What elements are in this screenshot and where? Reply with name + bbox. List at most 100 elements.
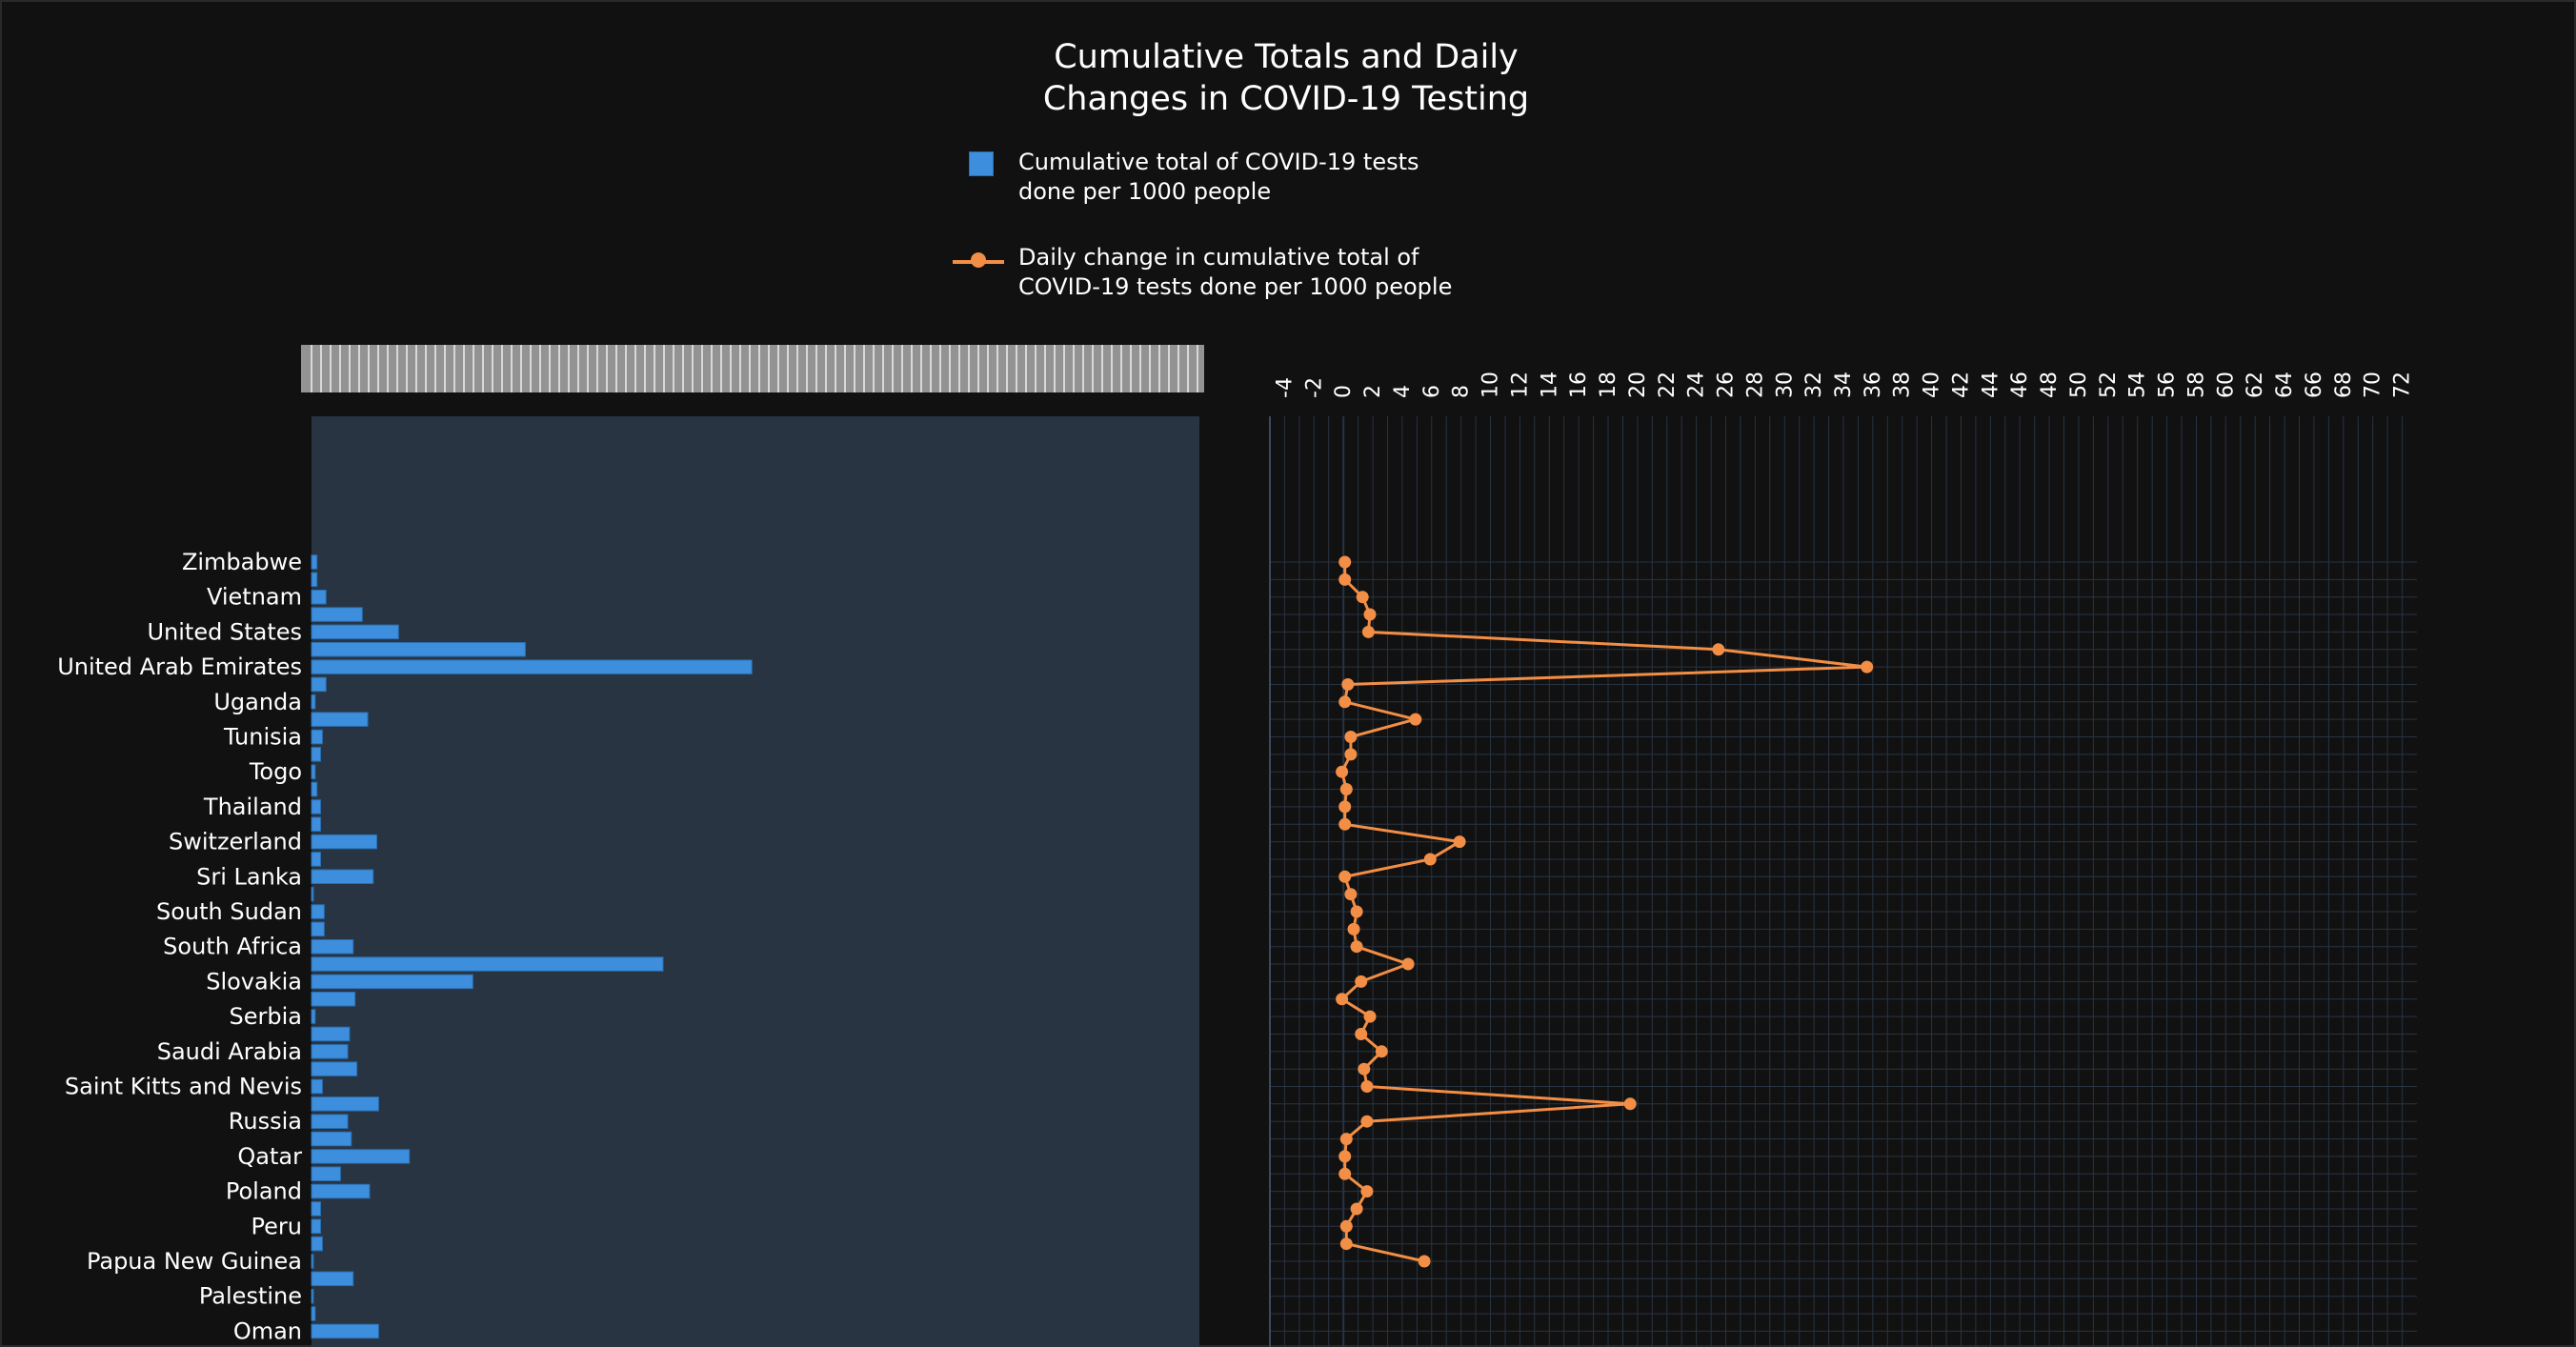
bar[interactable]: [311, 1114, 349, 1129]
line-x-tick-label: 6: [1420, 385, 1444, 398]
line-point[interactable]: [1338, 555, 1352, 569]
line-point[interactable]: [1344, 888, 1358, 901]
bar[interactable]: [311, 1061, 358, 1076]
line-x-tick-label: 58: [2185, 372, 2209, 398]
line-x-tick-label: 18: [1597, 372, 1620, 398]
line-point[interactable]: [1623, 1097, 1637, 1111]
bar[interactable]: [311, 1026, 351, 1042]
bar[interactable]: [311, 781, 318, 797]
line-x-tick-label: 72: [2391, 372, 2415, 398]
line-point[interactable]: [1336, 765, 1349, 778]
line-point[interactable]: [1336, 993, 1349, 1006]
bar[interactable]: [311, 1096, 379, 1112]
bar-y-tick-label: Uganda: [213, 689, 302, 715]
line-point[interactable]: [1338, 573, 1352, 586]
bar[interactable]: [311, 1271, 354, 1287]
bar-y-tick-label: Switzerland: [169, 829, 302, 855]
bar[interactable]: [311, 974, 473, 990]
bar[interactable]: [311, 1218, 321, 1235]
bar[interactable]: [311, 1149, 411, 1164]
bar[interactable]: [311, 1254, 314, 1269]
line-point[interactable]: [1339, 1133, 1353, 1146]
bar[interactable]: [311, 921, 325, 937]
bar[interactable]: [311, 712, 369, 727]
line-point[interactable]: [1409, 713, 1422, 726]
bar[interactable]: [311, 816, 321, 832]
line-point[interactable]: [1363, 608, 1377, 621]
bar[interactable]: [311, 904, 325, 919]
line-point[interactable]: [1356, 591, 1369, 604]
bar[interactable]: [311, 1078, 323, 1095]
line-x-tick-label: 60: [2214, 372, 2238, 398]
line-point[interactable]: [1338, 695, 1352, 709]
bar[interactable]: [311, 554, 318, 570]
bar[interactable]: [311, 1289, 314, 1304]
bar[interactable]: [311, 869, 374, 884]
bar[interactable]: [311, 1183, 371, 1199]
line-point[interactable]: [1341, 678, 1355, 691]
line-point[interactable]: [1375, 1045, 1388, 1058]
line-point[interactable]: [1347, 922, 1360, 935]
bar[interactable]: [311, 642, 526, 657]
line-point[interactable]: [1358, 1062, 1371, 1076]
line-point[interactable]: [1338, 1167, 1352, 1180]
bar[interactable]: [311, 799, 321, 814]
line-point[interactable]: [1338, 800, 1352, 814]
line-point[interactable]: [1339, 1219, 1353, 1233]
line-point[interactable]: [1712, 643, 1725, 656]
line-x-tick-label: 42: [1950, 372, 1974, 398]
line-point[interactable]: [1401, 957, 1415, 971]
bar[interactable]: [311, 834, 377, 850]
bar-y-tick-label: United States: [147, 618, 302, 645]
bar[interactable]: [311, 956, 664, 972]
line-point[interactable]: [1350, 1202, 1363, 1216]
bar[interactable]: [311, 676, 327, 693]
line-point[interactable]: [1339, 783, 1353, 795]
bar[interactable]: [311, 852, 321, 867]
bar[interactable]: [311, 1323, 379, 1339]
line-point[interactable]: [1355, 975, 1368, 988]
bar[interactable]: [311, 1166, 341, 1181]
bar[interactable]: [311, 747, 321, 762]
line-point[interactable]: [1338, 870, 1352, 883]
bar-y-tick-label: Thailand: [203, 794, 302, 820]
bar[interactable]: [311, 624, 399, 640]
bar[interactable]: [311, 939, 354, 955]
line-point[interactable]: [1344, 748, 1358, 761]
line-point[interactable]: [1350, 905, 1363, 918]
bar[interactable]: [311, 1236, 323, 1252]
line-point[interactable]: [1418, 1255, 1431, 1268]
bar[interactable]: [311, 659, 753, 674]
line-point[interactable]: [1350, 940, 1363, 954]
bar[interactable]: [311, 886, 314, 902]
bar[interactable]: [311, 607, 363, 622]
bar[interactable]: [311, 1131, 352, 1147]
bar[interactable]: [311, 1201, 321, 1216]
bar-y-tick-label: United Arab Emirates: [57, 653, 302, 680]
line-x-tick-label: 34: [1832, 372, 1856, 398]
bar[interactable]: [311, 694, 316, 710]
bar[interactable]: [311, 992, 356, 1007]
line-point[interactable]: [1339, 1237, 1353, 1251]
line-point[interactable]: [1861, 660, 1874, 674]
line-point[interactable]: [1360, 1185, 1374, 1198]
line-point[interactable]: [1360, 1080, 1374, 1093]
bar-y-tick-label: Poland: [226, 1178, 302, 1205]
line-point[interactable]: [1423, 853, 1437, 866]
line-point[interactable]: [1344, 731, 1358, 743]
bar[interactable]: [311, 1306, 316, 1321]
bar[interactable]: [311, 572, 318, 588]
line-point[interactable]: [1355, 1028, 1368, 1040]
line-point[interactable]: [1363, 1010, 1377, 1023]
line-point[interactable]: [1360, 1115, 1374, 1128]
bar[interactable]: [311, 590, 327, 605]
bar[interactable]: [311, 1009, 316, 1024]
bar[interactable]: [311, 729, 323, 745]
line-point[interactable]: [1338, 1150, 1352, 1163]
bar[interactable]: [311, 764, 316, 779]
line-x-tick-label: 26: [1715, 372, 1739, 398]
line-point[interactable]: [1361, 625, 1375, 638]
line-point[interactable]: [1453, 835, 1466, 849]
bar[interactable]: [311, 1044, 349, 1059]
line-point[interactable]: [1338, 817, 1352, 831]
